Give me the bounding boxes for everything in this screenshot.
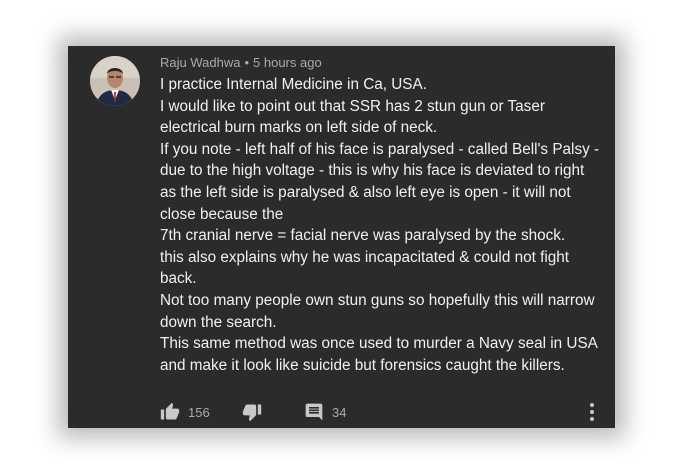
more-options-button[interactable] [584, 401, 600, 423]
comment-line: this also explains why he was incapacita… [160, 248, 570, 266]
comment-line: I would like to point out that SSR has 2… [160, 97, 545, 115]
comment-line: Not too many people own stun guns so hop… [160, 291, 595, 309]
comment-time[interactable]: 5 hours ago [253, 55, 322, 70]
comment-meta: Raju Wadhwa • 5 hours ago [160, 55, 322, 70]
dislike-button[interactable] [242, 401, 262, 423]
comment-line: back. [160, 270, 197, 288]
comment-line: I practice Internal Medicine in Ca, USA. [160, 76, 427, 93]
comment-line: as the left side is paralysed & also lef… [160, 183, 571, 201]
like-count: 156 [188, 404, 210, 420]
avatar[interactable] [90, 56, 140, 106]
meta-separator: • [244, 55, 250, 70]
avatar-image [90, 56, 140, 106]
comment-text: I practice Internal Medicine in Ca, USA.… [160, 74, 610, 376]
screenshot-frame: Raju Wadhwa • 5 hours ago I practice Inter… [0, 0, 680, 473]
comment-line: close because the [160, 205, 284, 223]
comment-line: due to the high voltage - this is why hi… [160, 162, 585, 180]
like-button[interactable]: 156 [160, 401, 210, 423]
comment-line: and make it look like suicide but forens… [160, 356, 565, 374]
comment-line: This same method was once used to murder… [160, 335, 598, 353]
comment-card: Raju Wadhwa • 5 hours ago I practice Inter… [68, 46, 615, 428]
reply-button[interactable]: 34 [304, 401, 346, 423]
comment-line: If you note - left half of his face is p… [160, 140, 600, 158]
more-vertical-icon [590, 403, 594, 421]
reply-count: 34 [332, 404, 347, 420]
reply-comment-icon [305, 403, 323, 421]
comment-line: electrical burn marks on left side of ne… [160, 119, 438, 137]
author-name[interactable]: Raju Wadhwa [160, 55, 240, 70]
comment-line: down the search. [160, 313, 277, 331]
comment-line: 7th cranial nerve = facial nerve was par… [160, 227, 566, 245]
thumbs-down-icon [242, 404, 262, 422]
comment-actions: 156 34 [160, 401, 600, 423]
thumbs-up-icon [160, 402, 180, 420]
